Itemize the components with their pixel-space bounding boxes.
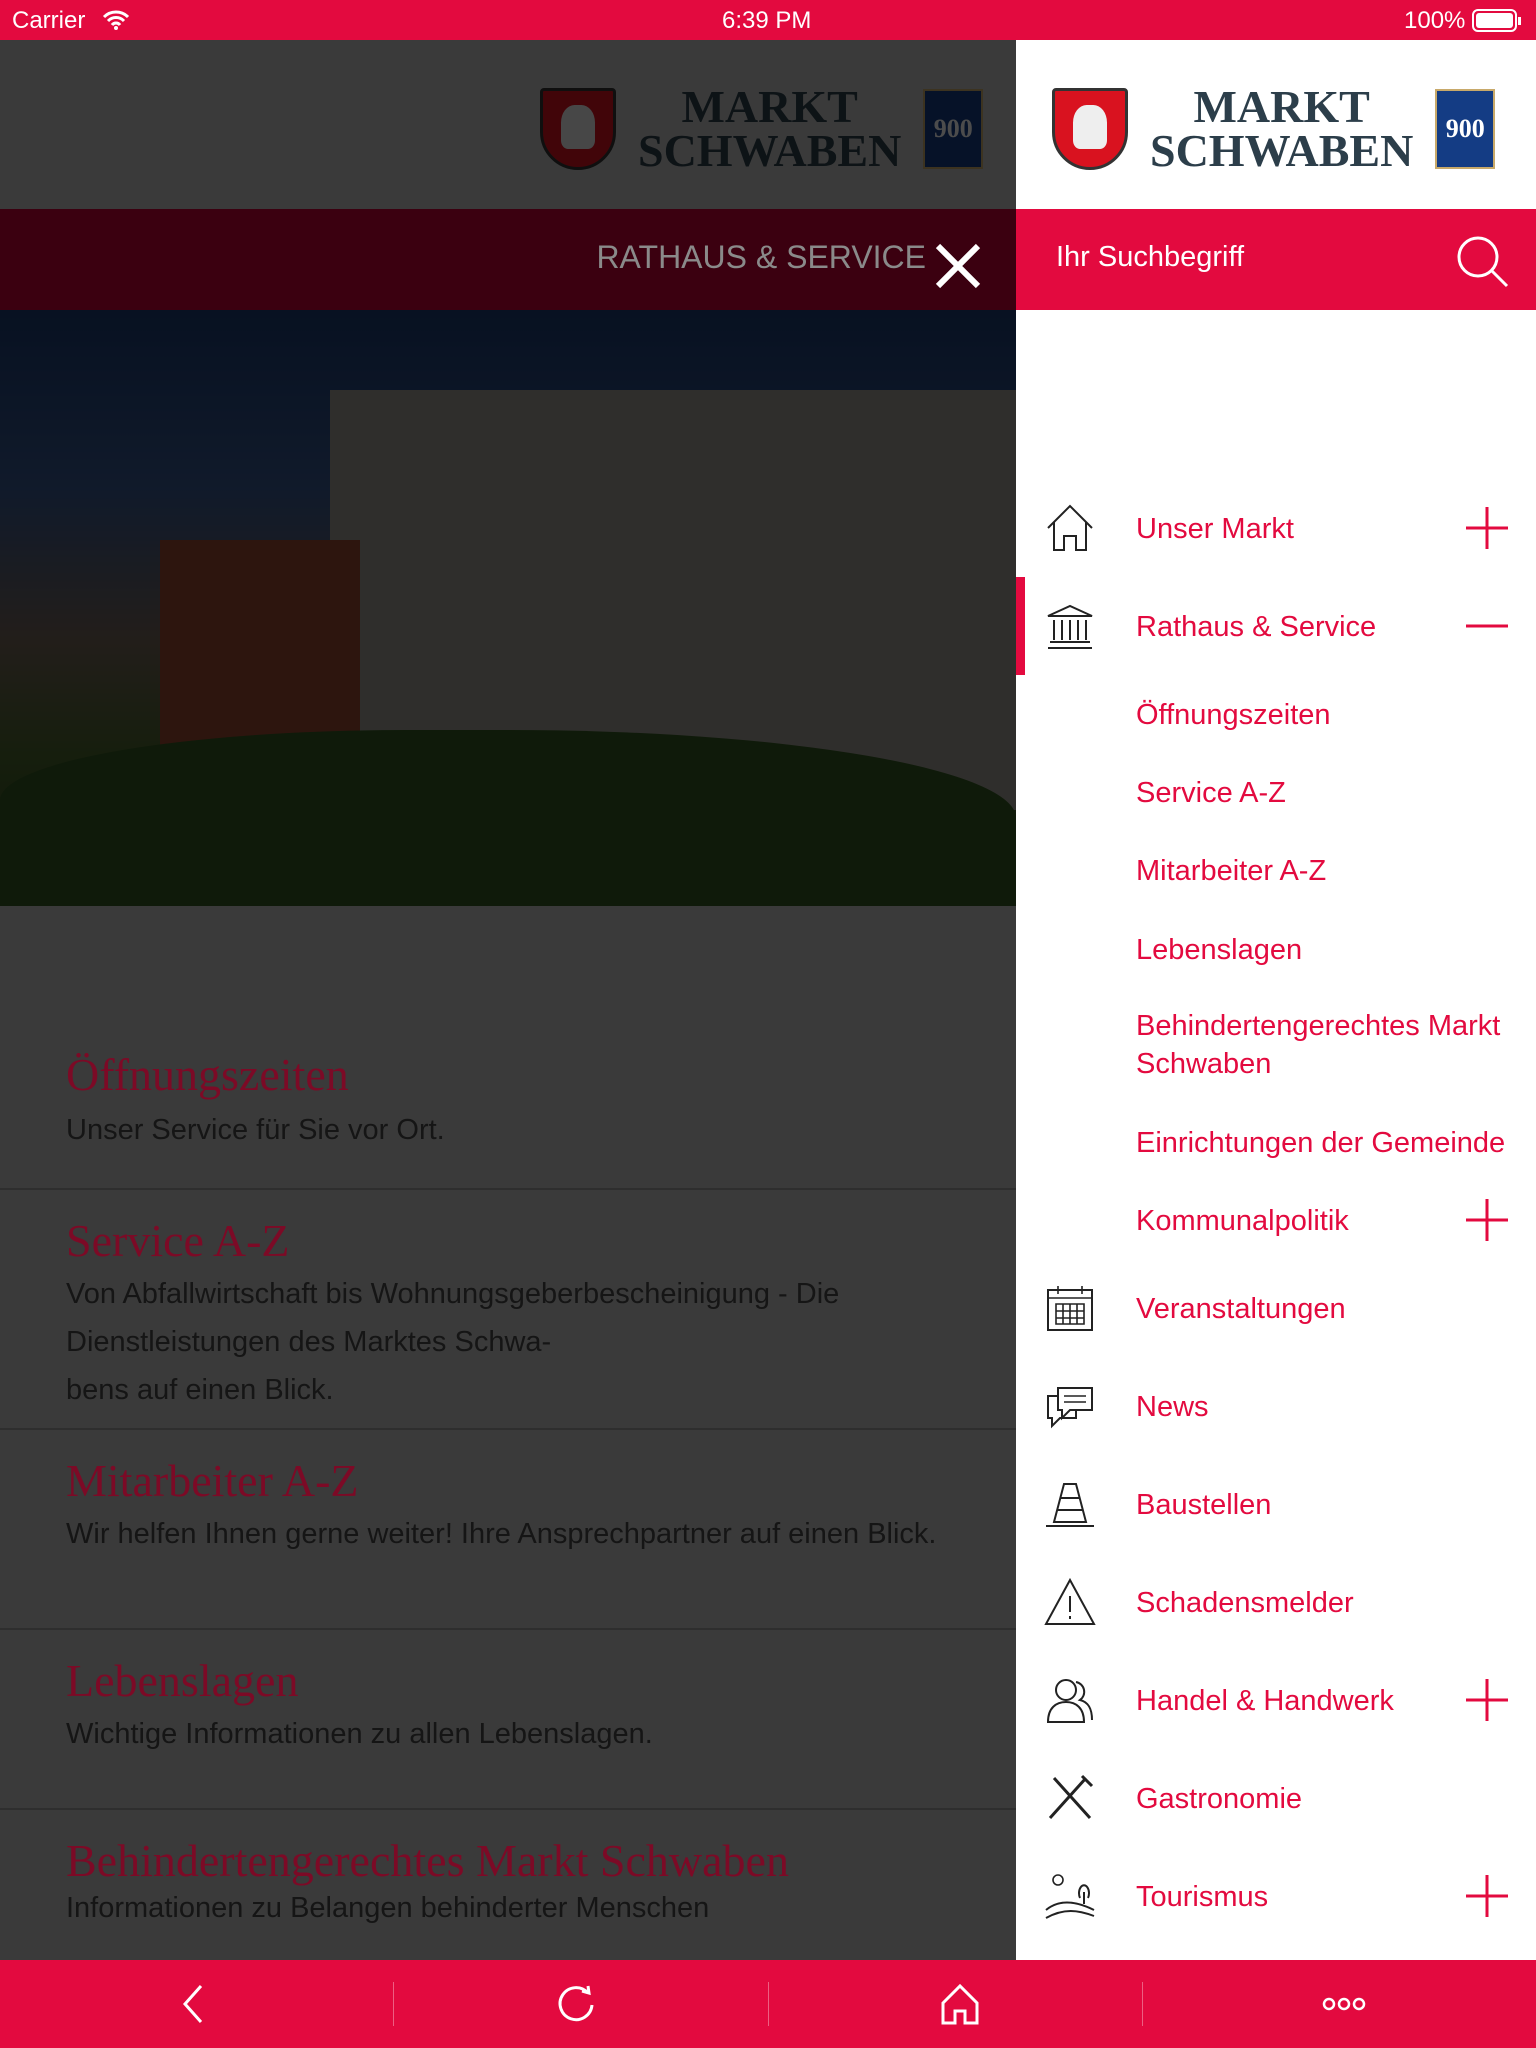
anniversary-badge: 900 [1435, 89, 1496, 169]
chat-bubbles-icon [1047, 1387, 1093, 1429]
section-title: RATHAUS & SERVICE [596, 239, 926, 275]
calendar-icon [1047, 1286, 1093, 1331]
submenu-item[interactable]: Mitarbeiter A-Z [1016, 840, 1536, 900]
coat-of-arms-icon [1052, 88, 1128, 170]
list-item[interactable]: Lebenslagen Wichtige Informationen zu al… [0, 1630, 1016, 1810]
menu-item-label: Öffnungszeiten [1136, 699, 1331, 731]
menu-item[interactable]: Baustellen [1016, 1474, 1536, 1534]
home-icon [941, 1983, 979, 2025]
list-item[interactable]: Service A-Z Von Abfallwirtschaft bis Woh… [0, 1190, 1016, 1430]
list-item[interactable]: Öffnungszeiten Unser Service für Sie vor… [0, 1040, 1016, 1190]
submenu-item[interactable]: Einrichtungen der Gemeinde [1016, 1112, 1536, 1172]
menu-item[interactable]: Gastronomie [1016, 1768, 1536, 1828]
submenu-item[interactable]: Öffnungszeiten [1016, 684, 1536, 744]
close-icon[interactable] [930, 238, 986, 294]
menu-item-label: Gastronomie [1136, 1783, 1303, 1815]
menu-item[interactable]: Unser Markt [1016, 498, 1536, 558]
item-text: Von Abfallwirtschaft bis Wohnungsgeberbe… [66, 1278, 840, 1358]
back-button[interactable] [0, 1960, 384, 2048]
menu-item-label: Schadensmelder [1136, 1587, 1354, 1619]
item-title: Lebenslagen [66, 1655, 299, 1706]
list-item[interactable]: Mitarbeiter A-Z Wir helfen Ihnen gerne w… [0, 1430, 1016, 1630]
status-bar: Carrier 6:39 PM 100% [0, 0, 1536, 40]
item-text: Wichtige Informationen zu allen Lebensla… [66, 1718, 653, 1750]
submenu-item[interactable]: Lebenslagen [1016, 919, 1536, 979]
landscape-icon [1045, 1874, 1095, 1919]
logo-line2: SCHWABEN [1150, 125, 1414, 176]
expand-plus-icon[interactable] [1466, 507, 1508, 549]
menu-item-label: Mitarbeiter A-Z [1136, 855, 1327, 887]
menu-item[interactable]: Rathaus & Service [1016, 577, 1536, 675]
search-field[interactable]: Ihr Suchbegriff [1016, 209, 1536, 310]
menu-item-label: Einrichtungen der Gemeinde [1136, 1127, 1506, 1159]
back-icon [182, 1985, 203, 2023]
navigation-drawer: MARKT SCHWABEN 900 Ihr Suchbegriff Unser … [1016, 40, 1536, 1960]
home-button[interactable] [768, 1960, 1152, 2048]
menu-item-label: Behindertengerechtes Markt Schwaben [1136, 1010, 1501, 1080]
item-title: Öffnungszeiten [66, 1049, 349, 1100]
menu-item[interactable]: Handel & Handwerk [1016, 1670, 1536, 1730]
item-text: Informationen zu Belangen behinderter Me… [66, 1892, 710, 1924]
battery-icon [1472, 9, 1521, 32]
search-input[interactable]: Ihr Suchbegriff [1056, 241, 1244, 274]
more-icon [1322, 1997, 1366, 2011]
logo: MARKT SCHWABEN 900 [540, 81, 984, 176]
more-button[interactable] [1152, 1960, 1536, 2048]
menu-item-label: Lebenslagen [1136, 934, 1303, 966]
logo-line2: SCHWABEN [638, 125, 902, 176]
menu-item-label: Veranstaltungen [1136, 1293, 1346, 1325]
wifi-icon [102, 10, 130, 30]
warning-icon [1044, 1577, 1096, 1625]
menu-item[interactable]: Tourismus [1016, 1866, 1536, 1926]
item-title: Service A-Z [66, 1215, 290, 1266]
item-text: bens auf einen Blick. [66, 1374, 334, 1406]
menu-item-label: News [1136, 1391, 1209, 1423]
page-background[interactable]: MARKT SCHWABEN 900 RATHAUS & SERVICE Öffn… [0, 40, 1016, 1960]
logo-line1: MARKT [681, 81, 858, 132]
submenu-item[interactable]: Kommunalpolitik [1016, 1190, 1536, 1250]
bottom-toolbar [0, 1960, 1536, 2048]
menu-item[interactable]: Schadensmelder [1016, 1572, 1536, 1632]
reload-icon [558, 1985, 594, 2022]
item-text: Unser Service für Sie vor Ort. [66, 1114, 445, 1146]
menu-item[interactable]: Veranstaltungen [1016, 1278, 1536, 1338]
battery-percent: 100% [1404, 7, 1466, 34]
submenu-item[interactable]: Service A-Z [1016, 762, 1536, 822]
fork-knife-icon [1048, 1774, 1094, 1820]
town-hall-icon [1047, 604, 1093, 649]
submenu-item[interactable]: Behindertengerechtes Markt Schwaben [1016, 1005, 1536, 1085]
carrier: Carrier [12, 7, 86, 34]
collapse-minus-icon[interactable] [1466, 605, 1508, 647]
item-title: Behindertengerechtes Markt Schwaben [66, 1835, 789, 1886]
hero-image [0, 310, 1016, 906]
menu-item-label: Service A-Z [1136, 777, 1286, 809]
menu-item[interactable]: News [1016, 1376, 1536, 1436]
item-text: Wir helfen Ihnen gerne weiter! Ihre Ansp… [66, 1518, 937, 1550]
home-icon [1047, 504, 1093, 551]
clock: 6:39 PM [722, 7, 812, 34]
reload-button[interactable] [384, 1960, 768, 2048]
item-title: Mitarbeiter A-Z [66, 1455, 359, 1506]
coat-of-arms-icon [540, 88, 616, 170]
expand-plus-icon[interactable] [1466, 1875, 1508, 1917]
people-icon [1046, 1679, 1093, 1723]
traffic-cone-icon [1046, 1483, 1094, 1527]
search-icon[interactable] [1456, 235, 1510, 289]
logo[interactable]: MARKT SCHWABEN 900 [1052, 81, 1496, 176]
section-nav-bar: RATHAUS & SERVICE [0, 209, 1016, 310]
anniversary-badge: 900 [923, 89, 984, 169]
menu-item-label: Baustellen [1136, 1489, 1272, 1521]
expand-plus-icon[interactable] [1466, 1199, 1508, 1241]
logo-line1: MARKT [1193, 81, 1370, 132]
expand-plus-icon[interactable] [1466, 1679, 1508, 1721]
list-item[interactable]: Behindertengerechtes Markt Schwaben Info… [0, 1810, 1016, 1960]
active-indicator [1016, 577, 1025, 675]
